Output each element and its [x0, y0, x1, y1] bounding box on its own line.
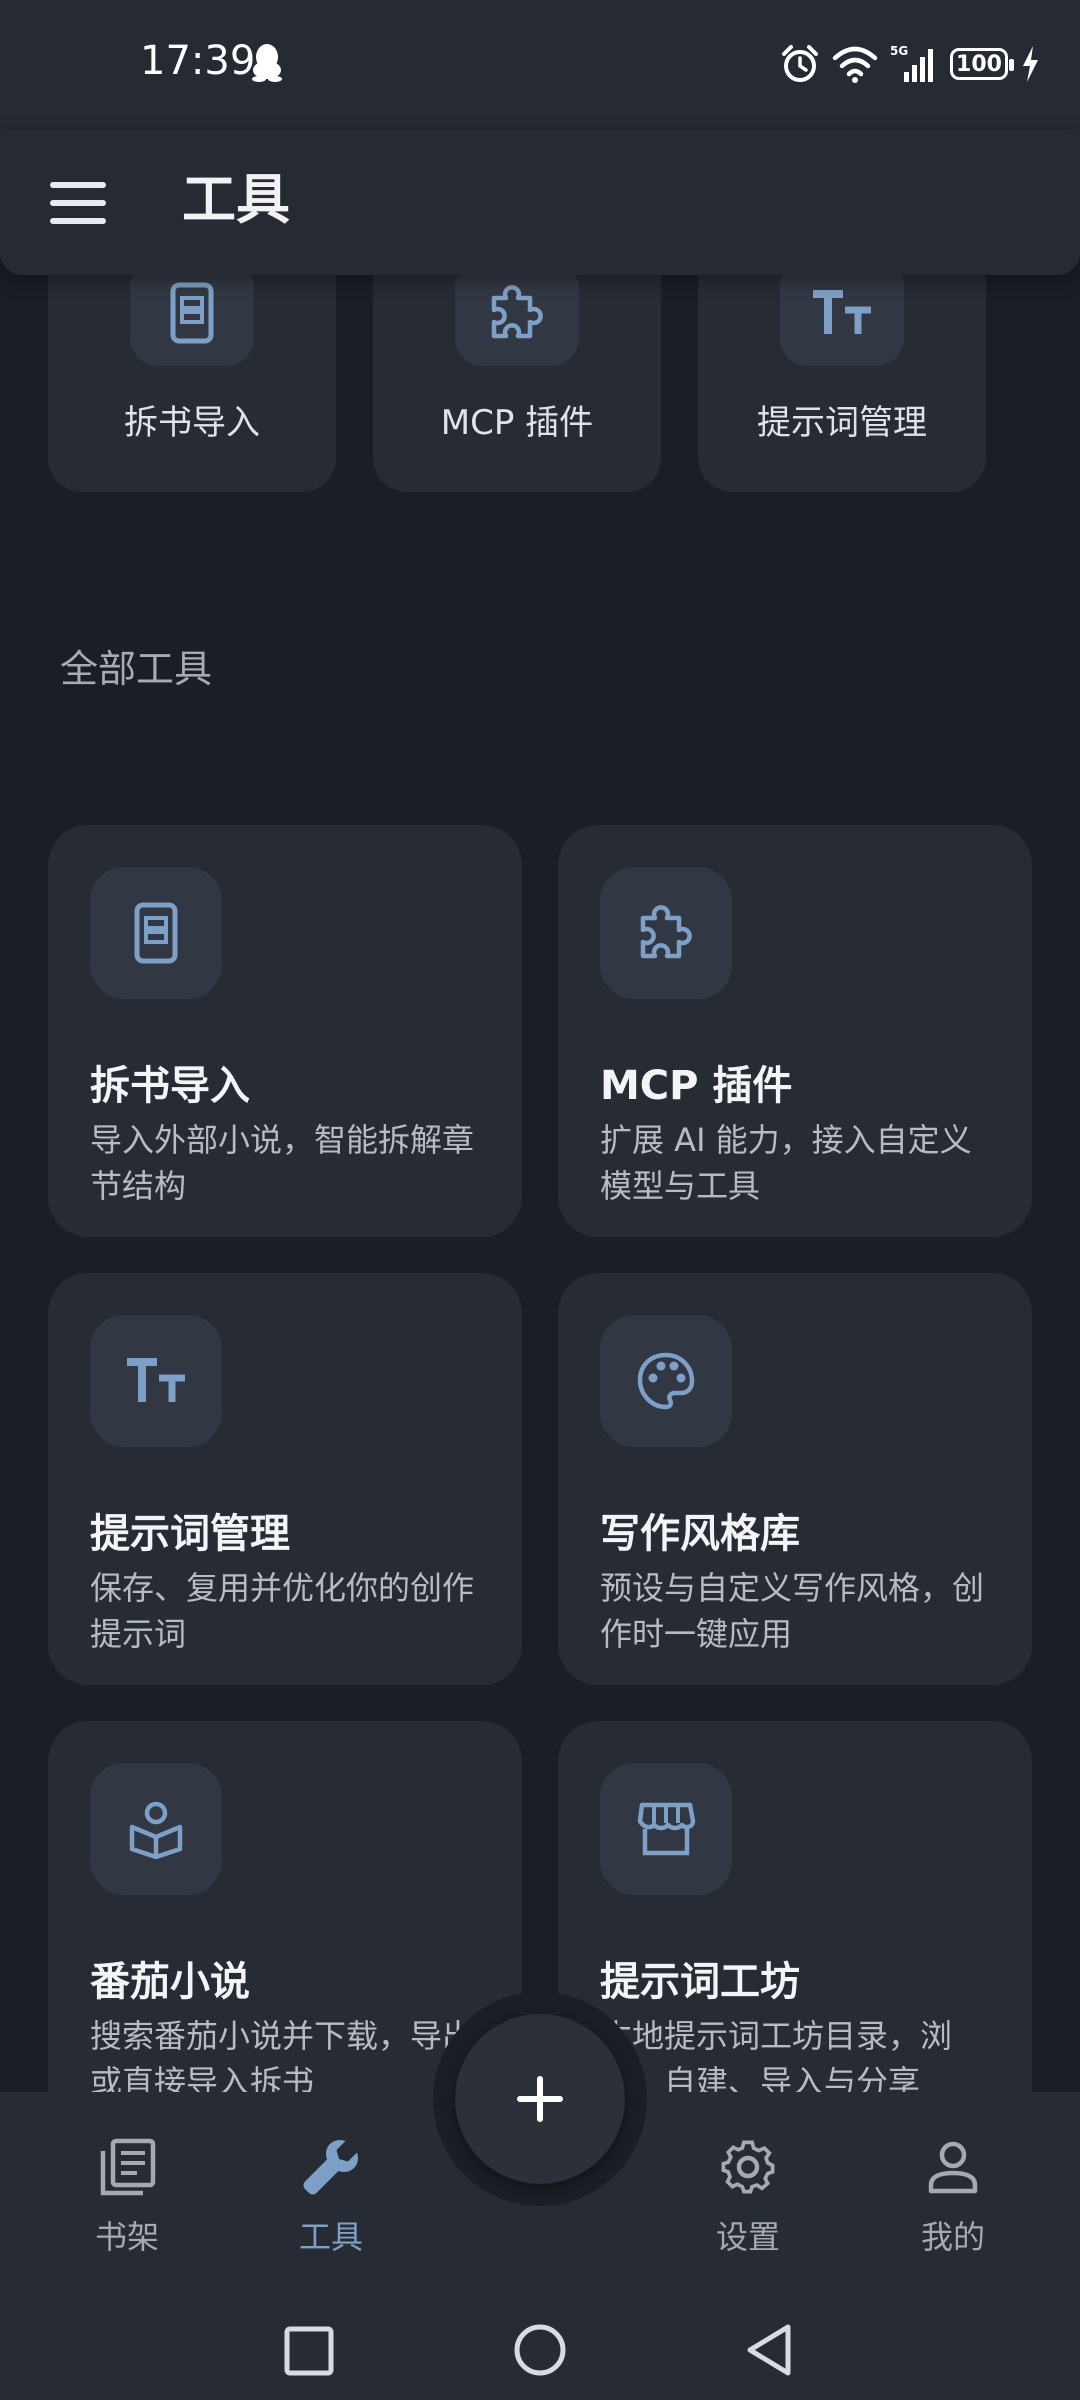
quick-tile-label: 拆书导入	[124, 403, 260, 443]
cellular-signal-icon: 5G	[890, 44, 933, 82]
plus-icon	[517, 2076, 563, 2122]
puzzle-icon	[491, 285, 543, 339]
tool-card-mcp-plugin[interactable]: MCP 插件 扩展 AI 能力，接入自定义模型与工具	[558, 825, 1032, 1237]
text-size-icon	[813, 290, 871, 334]
nav-label: 工具	[298, 2218, 363, 2256]
phone-book-icon	[170, 282, 214, 344]
quick-tile-label: 提示词管理	[757, 403, 927, 443]
add-button[interactable]	[455, 2014, 625, 2184]
quick-tools-row: 拆书导入 MCP 插件 提示词管理	[48, 240, 1038, 492]
tool-card-book-import[interactable]: 拆书导入 导入外部小说，智能拆解章节结构	[48, 825, 522, 1237]
battery-indicator: 100	[950, 48, 1014, 80]
bookshelf-icon	[100, 2138, 156, 2196]
section-title: 全部工具	[60, 647, 213, 691]
phone-book-icon	[134, 902, 178, 964]
svg-text:5G: 5G	[890, 44, 908, 58]
tool-card-title: MCP 插件	[600, 1063, 793, 1109]
back-button[interactable]	[742, 2322, 798, 2378]
gear-icon	[721, 2140, 775, 2194]
alarm-icon	[782, 45, 818, 82]
tool-card-description: 导入外部小说，智能拆解章节结构	[90, 1121, 475, 1205]
tool-card-title: 拆书导入	[90, 1063, 250, 1109]
recent-apps-button[interactable]	[282, 2324, 336, 2378]
tool-card-description: 扩展 AI 能力，接入自定义模型与工具	[600, 1121, 972, 1205]
menu-button[interactable]	[50, 168, 120, 238]
status-bar: 17:39 5G 100	[0, 0, 1080, 130]
nav-label: 书架	[94, 2218, 159, 2256]
page-title: 工具	[182, 168, 290, 231]
app-bar: 工具	[0, 130, 1080, 275]
wifi-icon	[832, 46, 878, 83]
hamburger-icon	[50, 182, 106, 188]
person-icon	[928, 2141, 978, 2194]
nav-label: 设置	[715, 2218, 780, 2256]
nav-item-bookshelf[interactable]: 书架	[47, 2132, 207, 2258]
tool-card-description: 预设与自定义写作风格，创作时一键应用	[600, 1569, 985, 1653]
tool-card-title: 写作风格库	[600, 1511, 800, 1557]
tool-card-description: 保存、复用并优化你的创作提示词	[90, 1569, 475, 1653]
wrench-icon	[303, 2140, 358, 2195]
status-time: 17:39	[140, 38, 256, 84]
tool-card-title: 提示词工坊	[600, 1959, 800, 2005]
nav-item-tools[interactable]: 工具	[251, 2132, 411, 2258]
tool-card-title: 番茄小说	[90, 1959, 250, 2005]
tool-card-prompt-manager[interactable]: 提示词管理 保存、复用并优化你的创作提示词	[48, 1273, 522, 1685]
nav-item-profile[interactable]: 我的	[873, 2132, 1033, 2258]
tool-card-title: 提示词管理	[90, 1511, 290, 1557]
quick-tile-book-import[interactable]: 拆书导入	[48, 240, 336, 492]
system-navigation-bar	[0, 2300, 1080, 2400]
store-icon	[637, 1802, 696, 1856]
charging-icon	[1023, 46, 1038, 82]
text-size-icon	[127, 1358, 185, 1402]
reading-icon	[129, 1801, 183, 1859]
quick-tile-mcp-plugin[interactable]: MCP 插件	[373, 240, 661, 492]
status-icons: 5G 100	[780, 42, 1040, 86]
puzzle-icon	[640, 905, 692, 959]
quick-tile-label: MCP 插件	[440, 403, 594, 443]
palette-icon	[637, 1352, 695, 1410]
tool-card-writing-style[interactable]: 写作风格库 预设与自定义写作风格，创作时一键应用	[558, 1273, 1032, 1685]
nav-label: 我的	[920, 2218, 985, 2256]
home-button[interactable]	[512, 2322, 568, 2378]
nav-item-settings[interactable]: 设置	[668, 2132, 828, 2258]
qq-icon	[252, 44, 282, 82]
quick-tile-prompt-manager[interactable]: 提示词管理	[698, 240, 986, 492]
